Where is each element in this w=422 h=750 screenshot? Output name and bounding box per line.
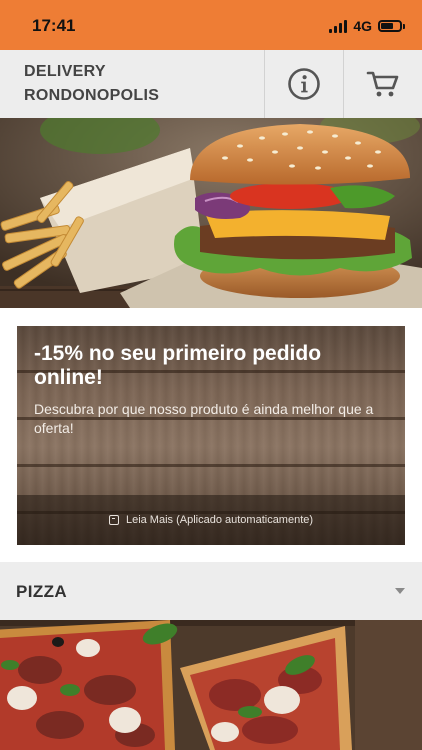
signal-icon: [329, 19, 348, 33]
brand-title[interactable]: DELIVERY RONDONOPOLIS: [24, 60, 264, 108]
app-header: DELIVERY RONDONOPOLIS: [0, 50, 422, 118]
read-more-label: Leia Mais (Aplicado automaticamente): [125, 514, 314, 526]
info-button[interactable]: [264, 50, 343, 118]
brand-line-1: DELIVERY: [24, 63, 106, 80]
tag-icon: [108, 515, 119, 525]
read-more-button[interactable]: Leia Mais (Aplicado automaticamente): [17, 495, 405, 545]
category-header-pizza[interactable]: PIZZA: [0, 562, 422, 620]
hero-burger-image: [0, 118, 422, 308]
shopping-cart-icon: [366, 71, 399, 97]
promo-title: -15% no seu primeiro pedido online!: [34, 342, 322, 389]
category-pizza-image[interactable]: [0, 620, 422, 750]
status-time: 17:41: [32, 16, 76, 35]
chevron-down-icon: [395, 588, 405, 594]
info-circle-icon: [288, 68, 320, 100]
promo-card[interactable]: -15% no seu primeiro pedido online! Desc…: [17, 326, 405, 545]
promo-description: Descubra por que nosso produto é ainda m…: [34, 401, 374, 436]
brand-line-2: RONDONOPOLIS: [24, 87, 160, 104]
cart-button[interactable]: [343, 50, 422, 118]
network-type: 4G: [353, 18, 372, 34]
category-name: PIZZA: [16, 582, 68, 601]
battery-icon: [378, 20, 405, 32]
status-bar: 17:41 4G: [0, 0, 422, 50]
status-indicators: 4G: [329, 17, 405, 35]
